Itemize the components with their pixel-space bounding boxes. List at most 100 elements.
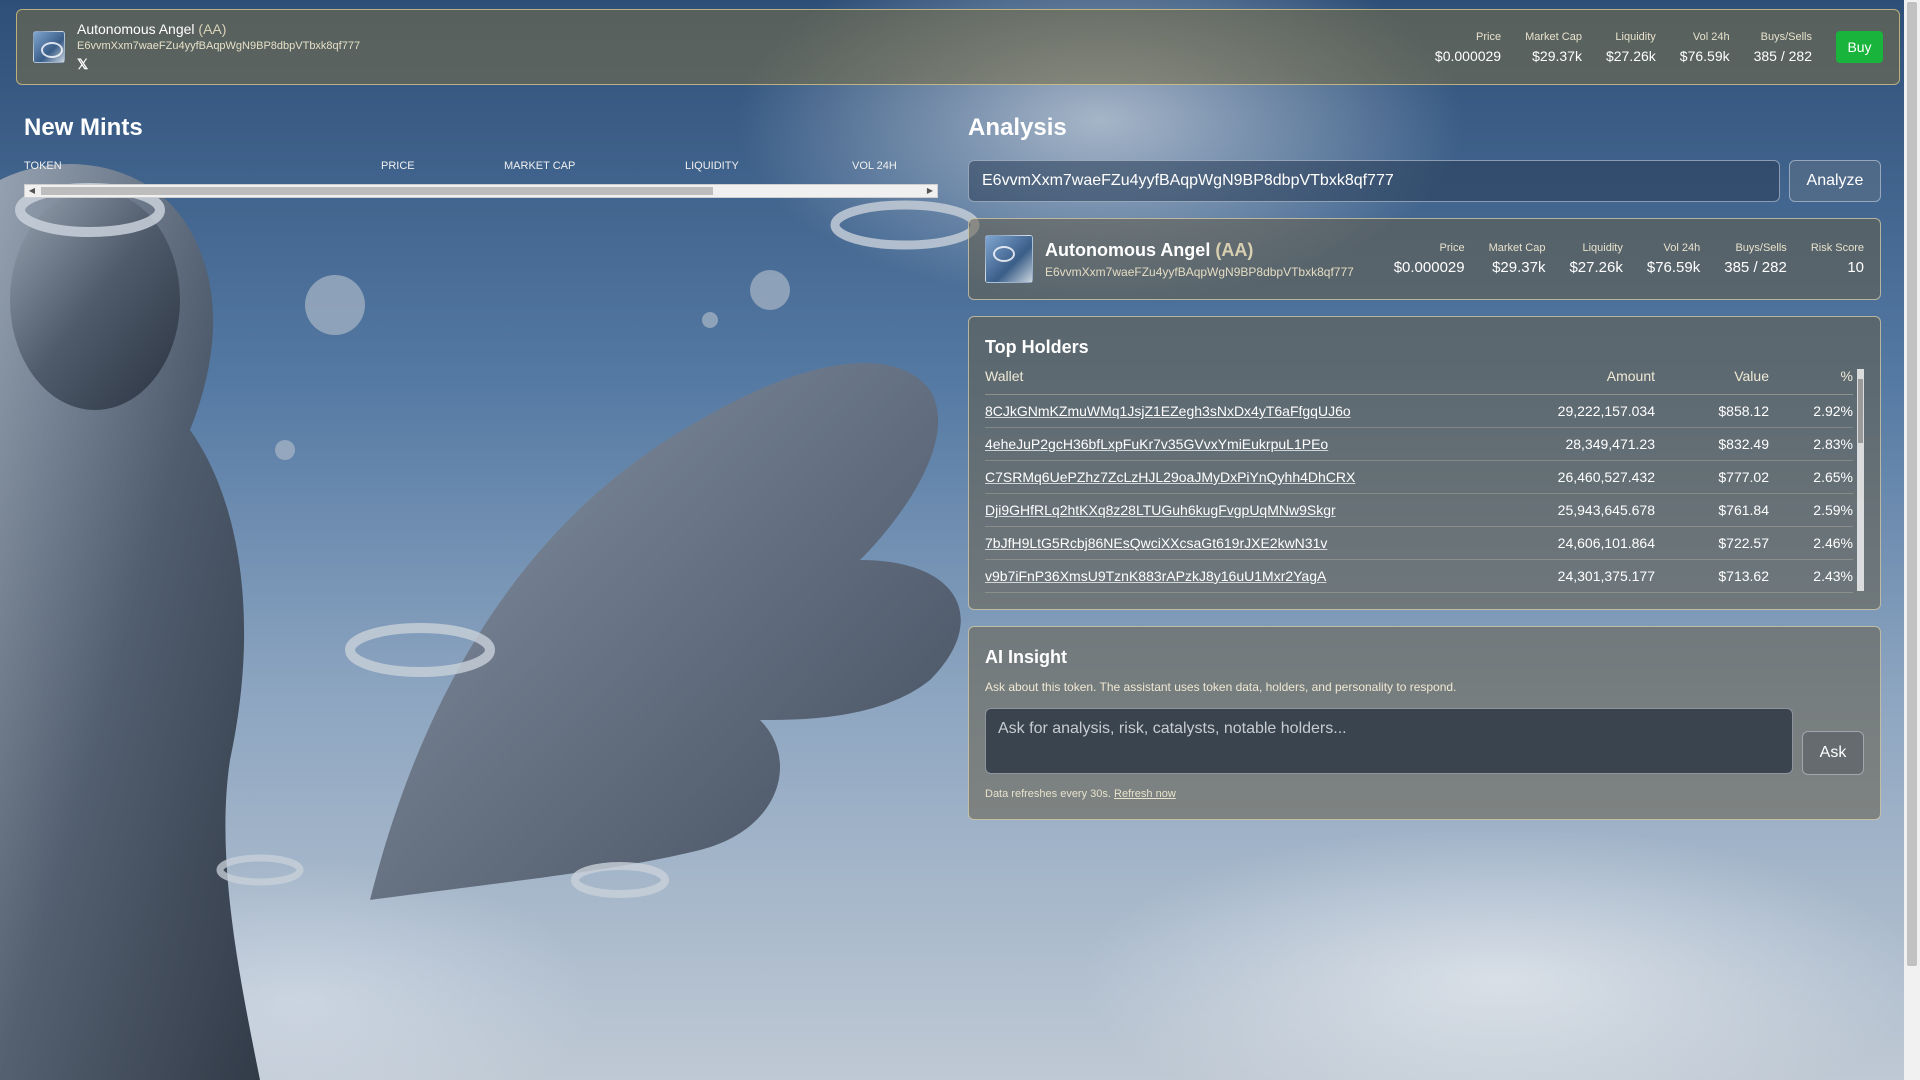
table-row: v9b7iFnP36XmsU9TznK883rAPzkJ8y16uU1Mxr2Y… <box>985 559 1853 593</box>
stat-value: $27.26k <box>1605 47 1656 64</box>
stat-label: Liquidity <box>1615 30 1656 43</box>
scrollbar-thumb[interactable] <box>1858 379 1863 443</box>
wallet-link[interactable]: C7SRMq6UePZhz7ZcLzHJL29oaJMyDxPiYnQyhh4D… <box>985 460 1516 494</box>
token-address: E6vvmXxm7waeFZu4yyfBAqpWgN9BP8dbpVTbxk8q… <box>1045 264 1354 279</box>
token-thumbnail <box>985 235 1033 283</box>
holder-amount: 24,301,375.177 <box>1515 559 1655 593</box>
stat-label: Market Cap <box>1488 242 1546 254</box>
new-mints-horizontal-scrollbar[interactable]: ◀ ▶ <box>24 184 938 198</box>
scroll-right-icon[interactable]: ▶ <box>923 185 937 197</box>
refresh-now-link[interactable]: Refresh now <box>1114 788 1176 800</box>
stat-value: $76.59k <box>1679 47 1730 64</box>
column-header-price[interactable]: PRICE <box>381 160 415 172</box>
holder-value: $832.49 <box>1655 427 1769 461</box>
holders-table: Wallet Amount Value % 8CJkGNmKZmuWMq1Jsj… <box>985 368 1853 593</box>
stat-value: $0.000029 <box>1434 47 1502 64</box>
holder-percent: 2.65% <box>1769 460 1853 494</box>
top-holders-title: Top Holders <box>985 337 1089 357</box>
wallet-link[interactable]: 4eheJuP2gcH36bfLxpFuKr7v35GVvxYmiEukrpuL… <box>985 427 1516 461</box>
table-row: C7SRMq6UePZhz7ZcLzHJL29oaJMyDxPiYnQyhh4D… <box>985 460 1853 494</box>
token-name: Autonomous Angel (AA) <box>1045 240 1354 261</box>
holder-percent: 2.43% <box>1769 559 1853 593</box>
holder-amount: 26,460,527.432 <box>1515 460 1655 494</box>
holder-amount: 24,606,101.864 <box>1515 526 1655 560</box>
buy-button[interactable]: Buy <box>1836 31 1883 63</box>
scroll-left-icon[interactable]: ◀ <box>25 185 39 197</box>
header-token-name: Autonomous Angel (AA) <box>77 21 360 37</box>
ai-insight-card: AI Insight Ask about this token. The ass… <box>968 626 1881 820</box>
header-token-name-text: Autonomous Angel <box>77 21 195 37</box>
wallet-link[interactable]: Dji9GHfRLq2htKXq8z28LTUGuh6kugFvgpUqMNw9… <box>985 493 1516 527</box>
holder-value: $713.62 <box>1655 559 1769 593</box>
column-header-liquidity[interactable]: LIQUIDITY <box>685 160 739 172</box>
token-name-text: Autonomous Angel <box>1045 239 1211 260</box>
stat-value: $76.59k <box>1646 259 1701 276</box>
column-header-wallet: Wallet <box>985 368 1516 395</box>
refresh-note: Data refreshes every 30s. <box>985 788 1111 800</box>
holder-value: $722.57 <box>1655 526 1769 560</box>
holder-percent: 2.59% <box>1769 493 1853 527</box>
stat-label: Vol 24h <box>1663 242 1701 254</box>
stat-label: Vol 24h <box>1692 30 1730 43</box>
stat-market-cap: Market Cap $29.37k <box>1489 242 1546 276</box>
holder-value: $858.12 <box>1655 394 1769 428</box>
stat-value: 385 / 282 <box>1753 47 1812 64</box>
holders-vertical-scrollbar[interactable] <box>1857 369 1864 591</box>
new-mints-title: New Mints <box>24 114 143 141</box>
column-header-value: Value <box>1655 368 1769 395</box>
header-stat-liquidity: Liquidity $27.26k <box>1606 31 1656 64</box>
table-row: 7bJfH9LtG5Rcbj86NEsQwciXXcsaGt619rJXE2kw… <box>985 526 1853 560</box>
stat-value: $0.000029 <box>1393 259 1465 276</box>
stat-volume: Vol 24h $76.59k <box>1647 242 1700 276</box>
wallet-link[interactable]: v9b7iFnP36XmsU9TznK883rAPzkJ8y16uU1Mxr2Y… <box>985 559 1516 593</box>
page-vertical-scrollbar[interactable] <box>1904 0 1920 1080</box>
token-summary-card: Autonomous Angel (AA) E6vvmXxm7waeFZu4yy… <box>968 218 1881 300</box>
column-header-token[interactable]: TOKEN <box>24 160 62 172</box>
stat-label: Price <box>1476 30 1502 43</box>
stat-label: Buys/Sells <box>1735 242 1787 254</box>
token-address-input[interactable]: E6vvmXxm7waeFZu4yyfBAqpWgN9BP8dbpVTbxk8q… <box>968 160 1780 202</box>
holder-value: $777.02 <box>1655 460 1769 494</box>
header-token-symbol: (AA) <box>198 21 227 37</box>
stat-liquidity: Liquidity $27.26k <box>1569 242 1622 276</box>
stat-risk-score: Risk Score 10 <box>1811 242 1864 276</box>
header-stat-price: Price $0.000029 <box>1435 31 1501 64</box>
token-symbol: (AA) <box>1215 239 1254 260</box>
ai-question-textarea[interactable]: Ask for analysis, risk, catalysts, notab… <box>985 708 1793 774</box>
header-stat-volume: Vol 24h $76.59k <box>1680 31 1730 64</box>
stat-value: 10 <box>1847 259 1864 276</box>
header-stat-market-cap: Market Cap $29.37k <box>1525 31 1582 64</box>
holder-amount: 25,943,645.678 <box>1515 493 1655 527</box>
refresh-footer: Data refreshes every 30s. Refresh now <box>985 788 1864 800</box>
column-header-volume[interactable]: VOL 24H <box>852 160 897 172</box>
new-mints-table-header: TOKEN PRICE MARKET CAP LIQUIDITY VOL 24H <box>24 160 938 176</box>
stat-label: Buys/Sells <box>1760 30 1812 43</box>
x-social-icon[interactable]: 𝕏 <box>77 56 360 73</box>
stat-price: Price $0.000029 <box>1394 242 1465 276</box>
ai-insight-description: Ask about this token. The assistant uses… <box>985 680 1457 694</box>
token-thumbnail <box>33 31 65 63</box>
stat-label: Price <box>1439 242 1465 254</box>
stat-value: 385 / 282 <box>1724 259 1787 276</box>
analysis-title: Analysis <box>968 114 1067 141</box>
stat-label: Liquidity <box>1582 242 1623 254</box>
holder-percent: 2.46% <box>1769 526 1853 560</box>
column-header-market-cap[interactable]: MARKET CAP <box>504 160 575 172</box>
column-header-percent: % <box>1769 368 1853 395</box>
stat-label: Market Cap <box>1525 30 1582 43</box>
stat-value: $29.37k <box>1492 259 1546 276</box>
ai-insight-title: AI Insight <box>985 647 1067 667</box>
table-row: 8CJkGNmKZmuWMq1JsjZ1EZegh3sNxDx4yT6aFfgq… <box>985 394 1853 428</box>
analyze-button[interactable]: Analyze <box>1789 160 1881 202</box>
header-token-address: E6vvmXxm7waeFZu4yyfBAqpWgN9BP8dbpVTbxk8q… <box>77 40 361 52</box>
holder-value: $761.84 <box>1655 493 1769 527</box>
scrollbar-thumb[interactable] <box>1907 2 1917 966</box>
stat-buys-sells: Buys/Sells 385 / 282 <box>1724 242 1787 276</box>
wallet-link[interactable]: 7bJfH9LtG5Rcbj86NEsQwciXXcsaGt619rJXE2kw… <box>985 526 1516 560</box>
scrollbar-thumb[interactable] <box>41 187 713 195</box>
wallet-link[interactable]: 8CJkGNmKZmuWMq1JsjZ1EZegh3sNxDx4yT6aFfgq… <box>985 394 1516 428</box>
stat-value: $27.26k <box>1569 259 1623 276</box>
table-row: 4eheJuP2gcH36bfLxpFuKr7v35GVvxYmiEukrpuL… <box>985 427 1853 461</box>
ask-button[interactable]: Ask <box>1802 731 1864 775</box>
header-stat-buys-sells: Buys/Sells 385 / 282 <box>1754 31 1812 64</box>
